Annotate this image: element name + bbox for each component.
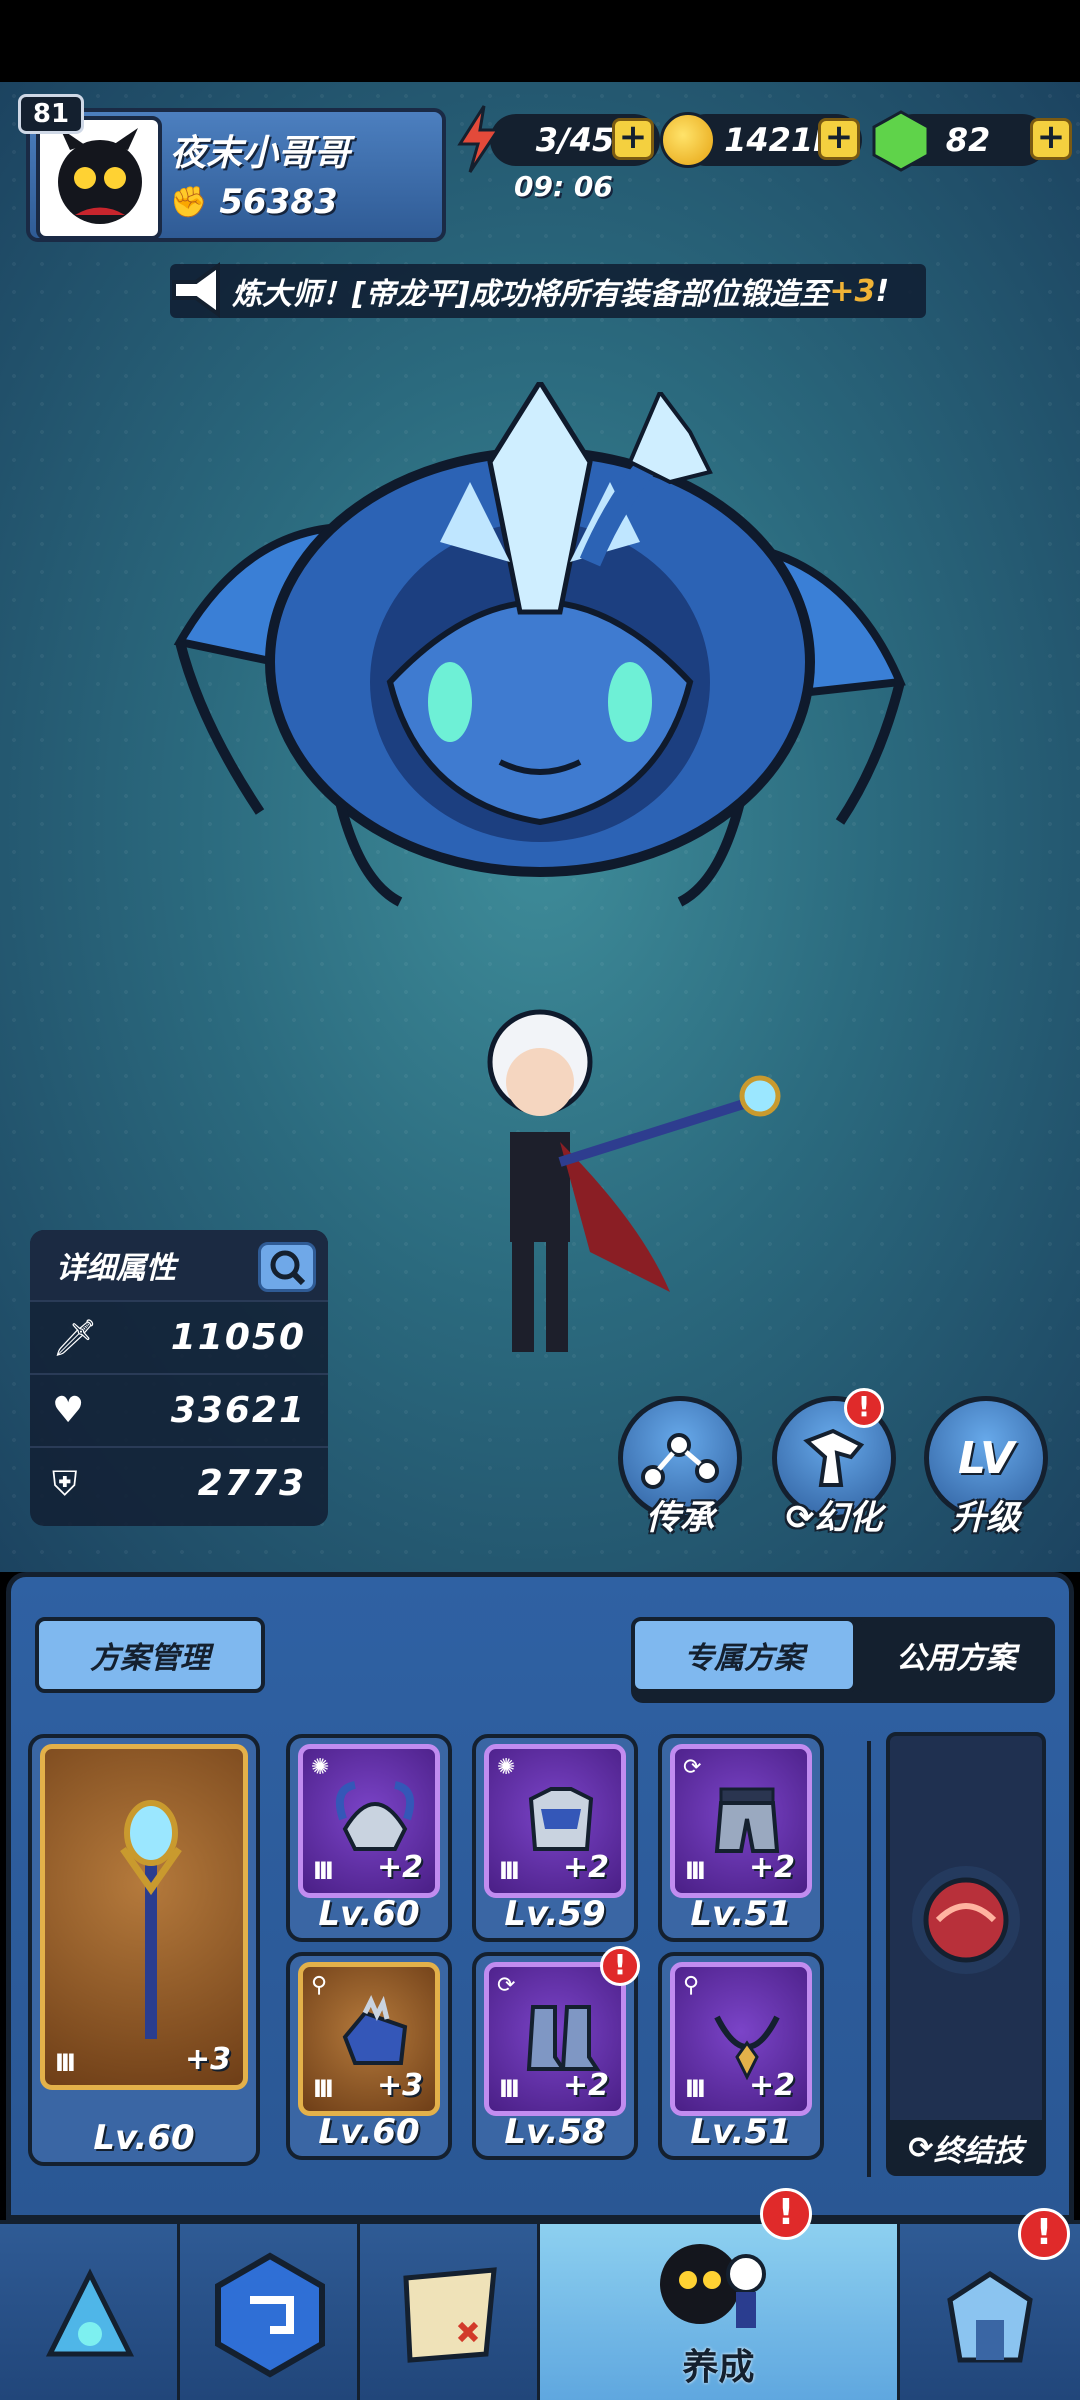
shop-alert-badge: ! [1018, 2208, 1070, 2260]
energy-add-button[interactable]: + [612, 118, 654, 160]
ultimate-skill-label-text: 终结技 [933, 2134, 1024, 2169]
slot-necklace-tier: III [685, 2075, 706, 2103]
stat-attack-row: 🗡 11050 [30, 1300, 328, 1373]
nav-tab-map[interactable] [360, 2224, 540, 2400]
fist-icon: ✊ [170, 184, 208, 220]
avatar-imp-icon [58, 128, 142, 224]
nav-tab-develop[interactable]: 养成 ! [540, 2188, 900, 2400]
ice-crystal-tail [579, 392, 713, 567]
slot-pants-level: Lv.51 [690, 1894, 792, 1934]
slot-boots-tier: III [499, 2075, 520, 2103]
nav-tab-develop-label: 养成 [682, 2347, 755, 2388]
ultimate-skill-label: ⟳ 终结技 [886, 2120, 1046, 2176]
slot-gloves-level: Lv.60 [318, 2112, 420, 2152]
fire-orb-icon [912, 1866, 1020, 1974]
player-level-badge: 81 [18, 94, 84, 134]
equipment-slot-gloves[interactable]: ⚲ III +3 Lv.60 [286, 1952, 452, 2160]
combat-power: ✊ 56383 [170, 182, 338, 222]
slot-armor-plus: +2 [562, 1850, 609, 1885]
energy-timer: 09: 06 [514, 170, 613, 203]
equipment-slot-helmet[interactable]: ✺ III +2 Lv.60 [286, 1734, 452, 1942]
player-avatar[interactable] [36, 116, 162, 240]
nav-tab-emblem[interactable] [180, 2224, 360, 2400]
nav-tab-shop[interactable]: ! [900, 2208, 1080, 2400]
level-up-icon: LV [957, 1432, 1015, 1484]
slot-necklace-level: Lv.51 [690, 2112, 792, 2152]
gem-add-button[interactable]: + [1030, 118, 1072, 160]
announcement-text: 炼大师！[帝龙平]成功将所有装备部位锻造至 [232, 277, 830, 312]
upgrade-label: 升级 [952, 1498, 1020, 1538]
announcement-end: ! [875, 273, 890, 309]
slot-pants-tier: III [685, 1857, 706, 1885]
boots-alert-badge: ! [600, 1946, 640, 1986]
ice-dragon-illustration [173, 382, 906, 907]
transform-button[interactable]: ⟳幻化 ! [772, 1388, 896, 1538]
slot-gloves-tier: III [313, 2075, 334, 2103]
sword-icon: 🗡 [52, 1317, 98, 1359]
hex-emblem-icon [215, 2252, 325, 2378]
hero-character [487, 1009, 781, 1352]
slot-boots-level: Lv.58 [504, 2112, 606, 2152]
ultimate-skill-slot[interactable] [886, 1732, 1046, 2174]
slot-helmet-tier: III [313, 1857, 334, 1885]
panel-divider [867, 1741, 871, 2177]
staff-icon [120, 1800, 182, 2039]
green-gem-icon [872, 110, 930, 172]
lightning-icon [457, 105, 501, 173]
transform-label-text: 幻化 [814, 1498, 883, 1538]
announcement-highlight: +3 [829, 273, 876, 309]
combat-power-value: 56383 [219, 182, 338, 222]
heart-icon: ♥ [52, 1390, 85, 1431]
gold-add-button[interactable]: + [818, 118, 860, 160]
transform-alert-badge: ! [844, 1388, 884, 1428]
slot-weapon-level: Lv.60 [93, 2118, 195, 2158]
slot-helmet-plus: +2 [376, 1850, 423, 1885]
slot-armor-level: Lv.59 [504, 1894, 606, 1934]
equipment-slot-pants[interactable]: ⟳ III +2 Lv.51 [658, 1734, 824, 1942]
slot-pants-plus: +2 [748, 1850, 795, 1885]
status-bar [0, 0, 1080, 82]
megaphone-icon [172, 262, 220, 318]
slot-helmet-level: Lv.60 [318, 1894, 420, 1934]
stat-hp-value: 33621 [170, 1390, 306, 1431]
gold-coin-icon [660, 112, 716, 168]
slot-necklace-plus: +2 [748, 2068, 795, 2103]
plan-manage-button[interactable]: 方案管理 [35, 1617, 265, 1693]
slot-weapon-tier: III [55, 2049, 76, 2077]
tab-public-plan[interactable]: 公用方案 [857, 1617, 1055, 1693]
bottom-nav: 养成 ! ! [0, 2188, 1080, 2400]
slot-gloves-plus: +3 [376, 2068, 423, 2103]
develop-alert-badge: ! [760, 2188, 812, 2240]
player-name: 夜末小哥哥 [170, 133, 351, 174]
stat-defense-value: 2773 [197, 1463, 306, 1504]
equipment-slot-boots[interactable]: ⟳ III +2 Lv.58 ! [472, 1946, 640, 2160]
transform-label: ⟳幻化 [785, 1498, 883, 1538]
stat-hp-row: ♥ 33621 [30, 1373, 328, 1446]
stat-defense-row: ⛨ 2773 [30, 1446, 328, 1519]
stat-attack-value: 11050 [170, 1317, 306, 1358]
inherit-label: 传承 [646, 1498, 714, 1538]
shield-icon: ⛨ [52, 1463, 78, 1504]
tab-exclusive-plan[interactable]: 专属方案 [631, 1617, 857, 1693]
upgrade-button[interactable]: LV 升级 [924, 1396, 1048, 1538]
gem-value: 82 [945, 121, 991, 159]
equipment-slot-weapon[interactable]: III +3 Lv.60 [28, 1734, 260, 2166]
crystal-dungeon-icon [45, 2268, 135, 2357]
slot-boots-plus: +2 [562, 2068, 609, 2103]
stats-detail-button[interactable] [258, 1242, 316, 1292]
search-icon [270, 1250, 306, 1286]
shop-building-icon [947, 2271, 1033, 2363]
treasure-map-icon [403, 2267, 497, 2363]
announcement-banner: 炼大师！[帝龙平]成功将所有装备部位锻造至 +3! [170, 264, 926, 318]
slot-weapon-plus: +3 [184, 2042, 231, 2077]
equipment-slot-necklace[interactable]: ⚲ III +2 Lv.51 [658, 1952, 824, 2160]
stats-panel: 详细属性 🗡 11050 ♥ 33621 ⛨ 2773 [30, 1230, 328, 1526]
energy-value: 3/45 [535, 121, 615, 159]
equipment-slot-armor[interactable]: ✺ III +2 Lv.59 [472, 1734, 638, 1942]
inherit-button[interactable]: 传承 [618, 1396, 742, 1538]
nav-tab-dungeon[interactable] [0, 2224, 180, 2400]
slot-armor-tier: III [499, 1857, 520, 1885]
